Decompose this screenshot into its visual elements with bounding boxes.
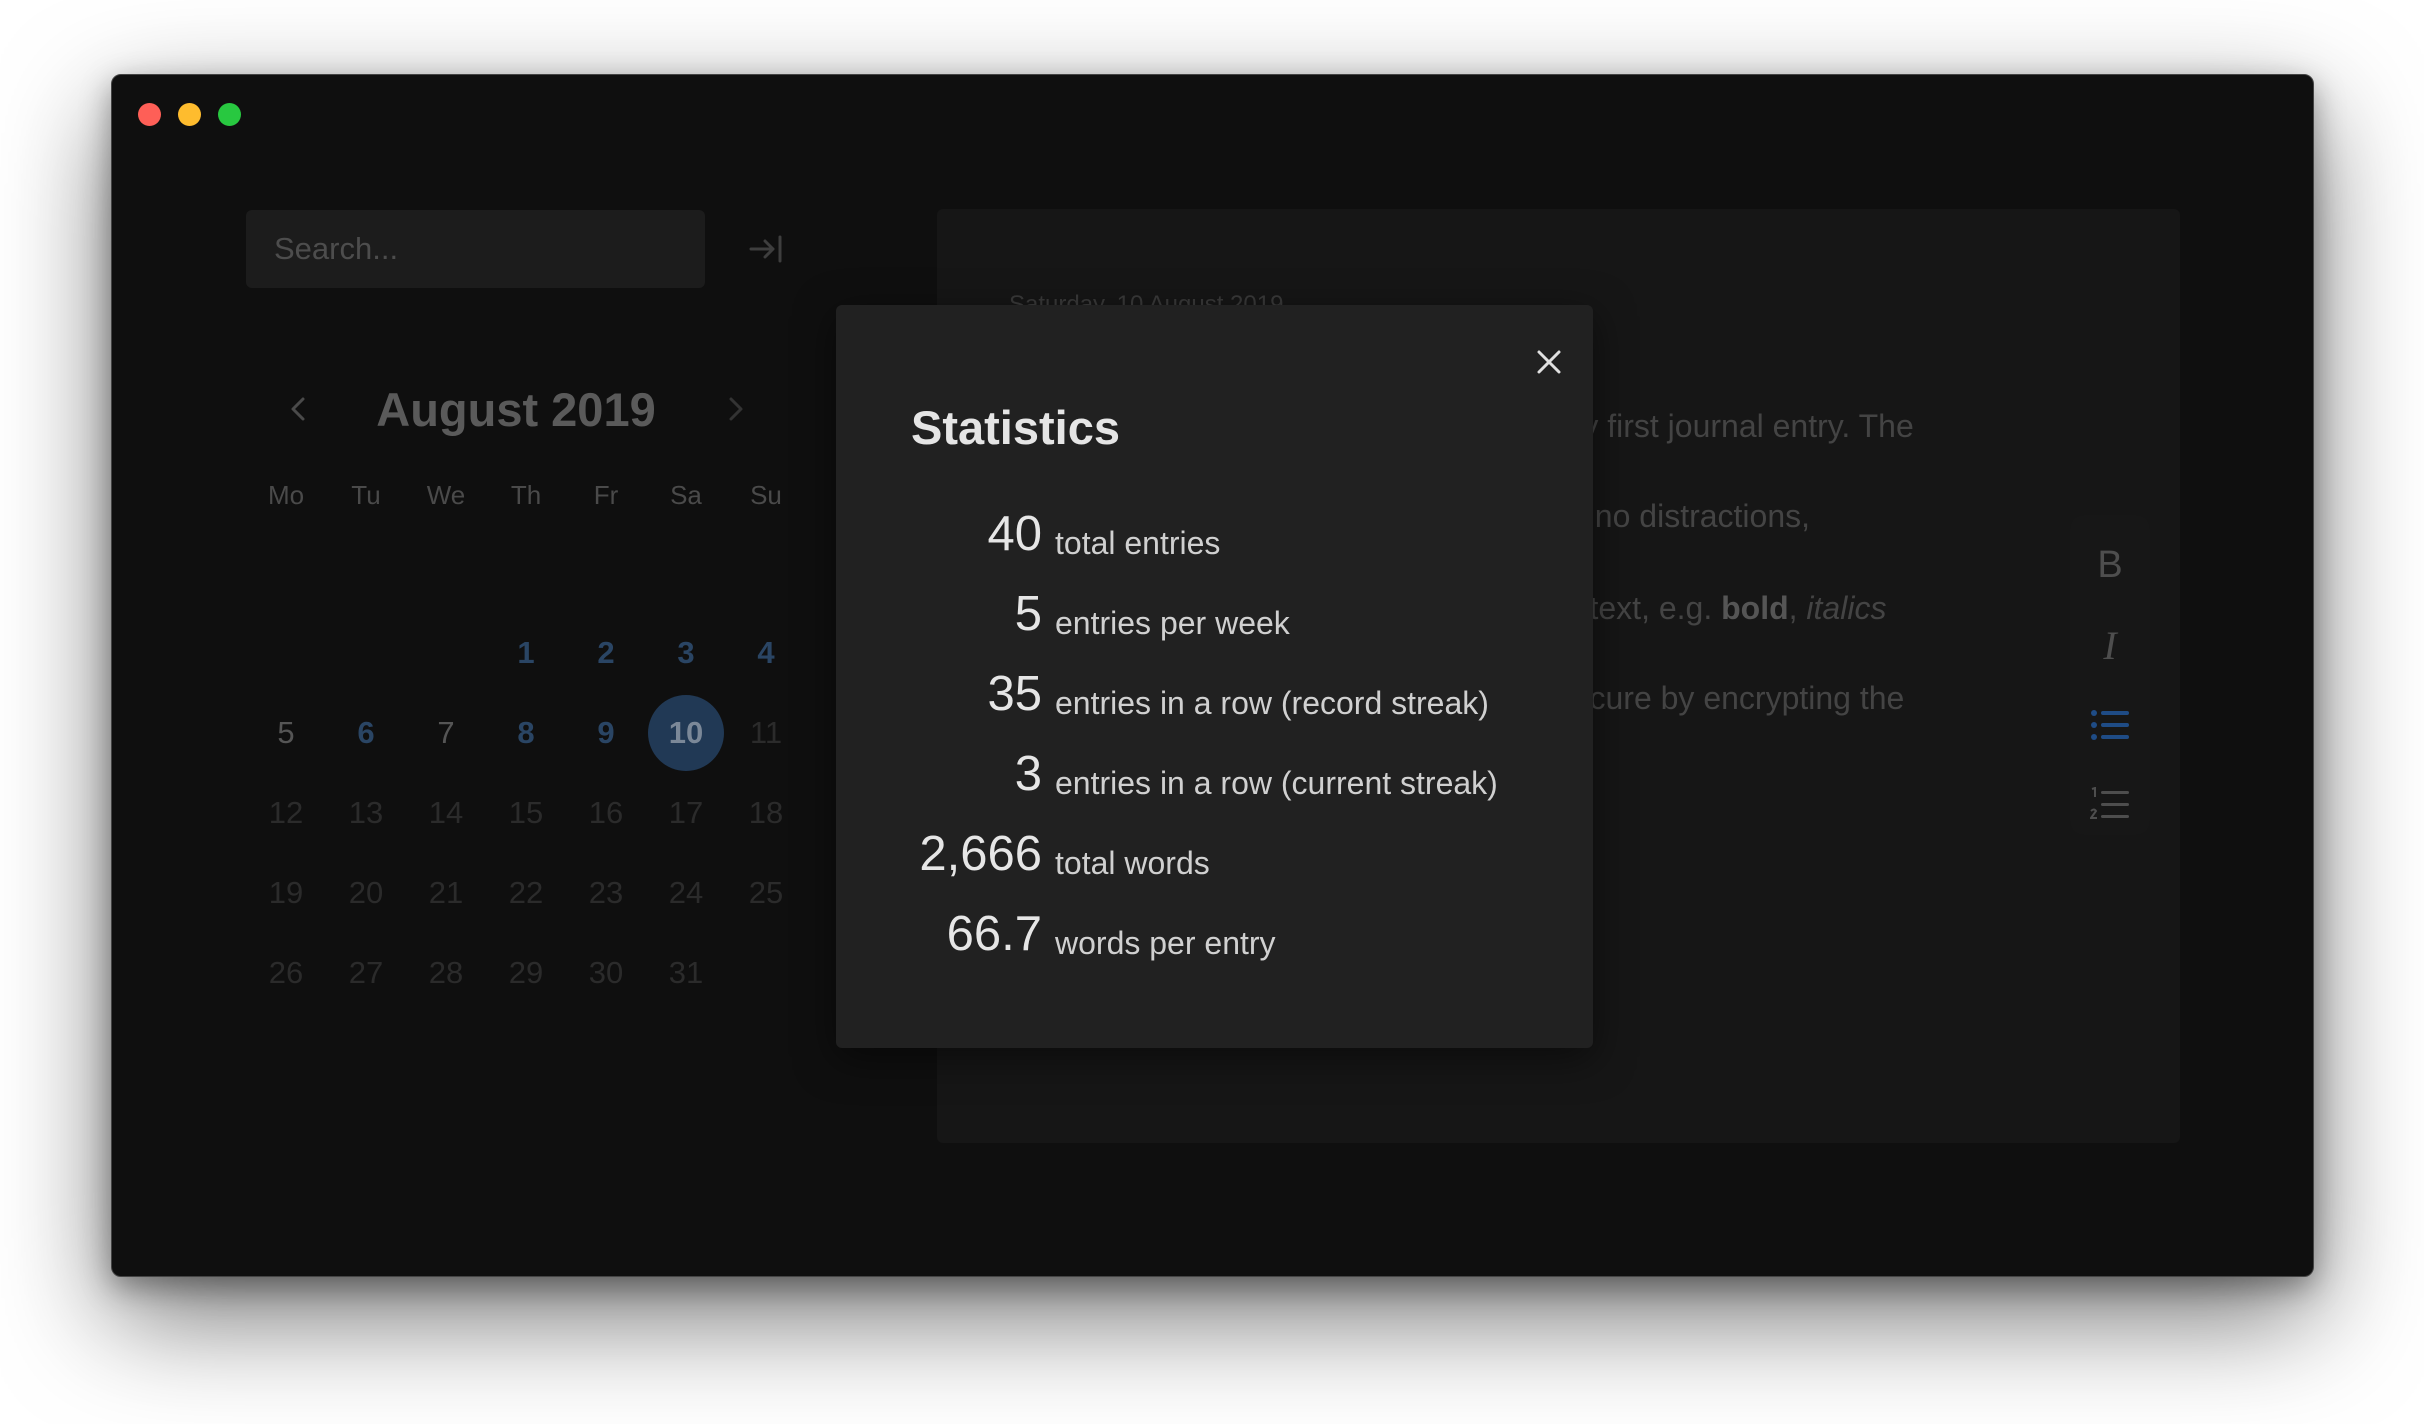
calendar-day[interactable]: 9 bbox=[566, 693, 646, 773]
calendar-month-title: August 2019 bbox=[376, 383, 656, 436]
calendar-day[interactable]: 11 bbox=[726, 693, 806, 773]
weekday-label: Sa bbox=[670, 480, 702, 510]
stat-label: total entries bbox=[1055, 525, 1221, 561]
stat-label: total words bbox=[1055, 845, 1210, 881]
entry-text-line: with no distractions, bbox=[1529, 498, 1811, 534]
next-month-icon[interactable] bbox=[720, 394, 750, 424]
calendar-day[interactable]: 24 bbox=[646, 853, 726, 933]
calendar-day[interactable]: 6 bbox=[326, 693, 406, 773]
stat-row: 2,666 total words bbox=[836, 820, 1593, 900]
minimize-window-button[interactable] bbox=[178, 103, 201, 126]
calendar-day[interactable]: 31 bbox=[646, 933, 726, 1013]
calendar-day[interactable]: 17 bbox=[646, 773, 726, 853]
weekday-label: Mo bbox=[267, 480, 305, 510]
calendar-day[interactable]: 16 bbox=[566, 773, 646, 853]
bullet-list-icon bbox=[2091, 710, 2129, 740]
calendar-day[interactable]: 23 bbox=[566, 853, 646, 933]
entry-text-line: d secure by encrypting the bbox=[1529, 680, 1905, 716]
stat-value: 2,666 bbox=[919, 827, 1042, 881]
stat-value: 5 bbox=[1014, 587, 1042, 641]
numbered-list-button[interactable] bbox=[2070, 775, 2150, 835]
bold-button[interactable]: B bbox=[2070, 535, 2150, 595]
app-window: August 2019 Mo Tu We Th Fr Sa Su 1 2 3 4… bbox=[111, 74, 2314, 1277]
calendar-day[interactable]: 29 bbox=[486, 933, 566, 1013]
calendar-day[interactable]: 8 bbox=[486, 693, 566, 773]
modal-title: Statistics bbox=[911, 401, 1120, 454]
collapse-sidebar-icon[interactable] bbox=[748, 231, 784, 267]
calendar-weekdays: Mo Tu We Th Fr Sa Su bbox=[246, 480, 806, 511]
calendar-day[interactable]: 13 bbox=[326, 773, 406, 853]
calendar-day[interactable]: 28 bbox=[406, 933, 486, 1013]
calendar-day[interactable]: 26 bbox=[246, 933, 326, 1013]
calendar-day[interactable]: 1 bbox=[486, 613, 566, 693]
weekday-label: Fr bbox=[593, 480, 619, 510]
calendar-day[interactable]: 25 bbox=[726, 853, 806, 933]
calendar-empty-cell bbox=[406, 613, 486, 693]
zoom-window-button[interactable] bbox=[218, 103, 241, 126]
stat-value: 3 bbox=[1014, 747, 1042, 801]
calendar-day-selected[interactable]: 10 bbox=[646, 693, 726, 773]
statistics-modal: Statistics 40 total entries 5 entries pe… bbox=[836, 305, 1593, 1048]
stat-value: 66.7 bbox=[946, 907, 1042, 961]
close-window-button[interactable] bbox=[138, 103, 161, 126]
numbered-list-icon bbox=[2090, 787, 2129, 819]
close-icon[interactable] bbox=[1534, 347, 1564, 377]
stat-label: entries per week bbox=[1055, 605, 1290, 641]
calendar-day[interactable]: 15 bbox=[486, 773, 566, 853]
calendar-day[interactable]: 22 bbox=[486, 853, 566, 933]
calendar-day[interactable]: 7 bbox=[406, 693, 486, 773]
calendar-day[interactable]: 14 bbox=[406, 773, 486, 853]
selected-day-label: 10 bbox=[648, 695, 724, 771]
stat-value: 40 bbox=[987, 507, 1042, 561]
calendar-day[interactable]: 30 bbox=[566, 933, 646, 1013]
calendar-day[interactable]: 20 bbox=[326, 853, 406, 933]
stat-label: entries in a row (current streak) bbox=[1055, 765, 1498, 801]
calendar-day[interactable]: 27 bbox=[326, 933, 406, 1013]
entry-text-line-formatting: ting text, e.g. bold, italics bbox=[1529, 590, 1887, 626]
stat-row: 35 entries in a row (record streak) bbox=[836, 660, 1593, 740]
stat-row: 40 total entries bbox=[836, 500, 1593, 580]
calendar-day[interactable]: 19 bbox=[246, 853, 326, 933]
weekday-label: We bbox=[426, 480, 466, 510]
calendar-day[interactable]: 12 bbox=[246, 773, 326, 853]
stat-value: 35 bbox=[987, 667, 1042, 721]
calendar-days: 1 2 3 4 5 6 7 8 9 10 11 12 13 14 15 16 1… bbox=[246, 613, 806, 1013]
bullet-list-button[interactable] bbox=[2070, 695, 2150, 755]
weekday-label: Th bbox=[510, 480, 542, 510]
weekday-label: Tu bbox=[351, 480, 381, 510]
bold-sample: bold bbox=[1721, 590, 1789, 626]
calendar-day[interactable]: 3 bbox=[646, 613, 726, 693]
italic-sample: italics bbox=[1806, 590, 1887, 626]
stat-row: 5 entries per week bbox=[836, 580, 1593, 660]
stat-row: 3 entries in a row (current streak) bbox=[836, 740, 1593, 820]
calendar-day[interactable]: 5 bbox=[246, 693, 326, 773]
weekday-label: Su bbox=[750, 480, 782, 510]
format-toolbar: B I bbox=[2070, 515, 2150, 835]
entry-text-line: e my first journal entry. The bbox=[1529, 408, 1914, 444]
calendar-day[interactable]: 21 bbox=[406, 853, 486, 933]
calendar-day[interactable]: 2 bbox=[566, 613, 646, 693]
traffic-lights bbox=[138, 103, 241, 126]
stat-label: entries in a row (record streak) bbox=[1055, 685, 1489, 721]
search-input[interactable] bbox=[246, 210, 705, 288]
entry-text-line: ice bbox=[1529, 725, 2313, 779]
stat-row: 66.7 words per entry bbox=[836, 900, 1593, 980]
calendar-empty-cell bbox=[326, 613, 406, 693]
calendar-empty-cell bbox=[246, 613, 326, 693]
calendar-day[interactable]: 18 bbox=[726, 773, 806, 853]
stat-label: words per entry bbox=[1055, 925, 1276, 961]
italic-button[interactable]: I bbox=[2070, 615, 2150, 675]
calendar-header: August 2019 bbox=[246, 380, 786, 440]
calendar-day[interactable]: 4 bbox=[726, 613, 806, 693]
